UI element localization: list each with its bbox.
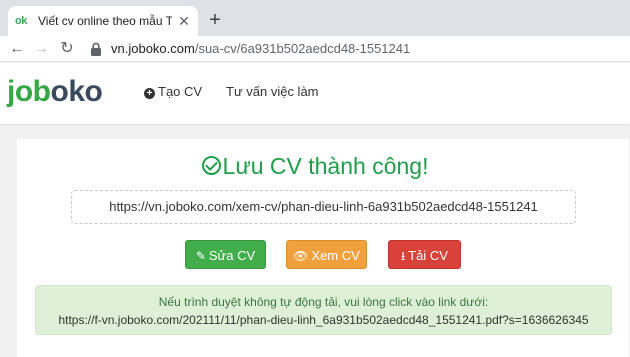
edit-icon: ✎: [195, 249, 206, 263]
notice-message: Nếu trình duyệt không tự động tải, vui l…: [158, 295, 489, 309]
logo-part-oko: oko: [50, 75, 103, 108]
save-success-card: Lưu CV thành công! https://vn.joboko.com…: [17, 139, 629, 357]
lock-icon[interactable]: [90, 42, 102, 56]
plus-circle-icon: +: [144, 88, 155, 99]
logo-part-job: job: [7, 75, 51, 108]
page-title-text: Lưu CV thành công!: [222, 153, 429, 179]
address-bar[interactable]: vn.joboko.com/sua-cv/6a931b502aedcd48-15…: [111, 41, 410, 56]
check-circle-icon: [201, 156, 221, 175]
forward-arrow-icon[interactable]: →: [30, 38, 52, 60]
eye-icon: 👁: [293, 249, 309, 263]
download-cv-label: Tải CV: [408, 248, 448, 263]
browser-toolbar: ← → ↻ vn.joboko.com/sua-cv/6a931b502aedc…: [0, 36, 630, 62]
tab-title: Viết cv online theo mẫu Trẻ trung: [38, 14, 172, 28]
download-icon: ⭳: [401, 249, 406, 263]
menu-career-advice[interactable]: Tư vấn việc làm: [226, 84, 319, 99]
menu-create-cv[interactable]: + Tạo CV: [144, 84, 202, 99]
site-favicon-icon: ok: [15, 15, 27, 27]
edit-cv-label: Sửa CV: [208, 248, 256, 263]
download-cv-button[interactable]: ⭳ Tải CV: [388, 240, 461, 269]
menu-create-cv-label: Tạo CV: [158, 84, 203, 99]
back-arrow-icon[interactable]: ←: [6, 38, 28, 60]
site-header: joboko + Tạo CV Tư vấn việc làm: [0, 63, 630, 124]
view-cv-button[interactable]: 👁 Xem CV: [286, 240, 367, 269]
joboko-logo[interactable]: joboko: [7, 75, 103, 109]
url-path: /sua-cv/6a931b502aedcd48-1551241: [194, 41, 411, 56]
download-notice: Nếu trình duyệt không tự động tải, vui l…: [35, 285, 612, 335]
edit-cv-button[interactable]: ✎ Sửa CV: [185, 240, 266, 269]
pdf-download-link[interactable]: https://f-vn.joboko.com/202111/11/phan-d…: [36, 313, 611, 327]
browser-tabstrip: ok Viết cv online theo mẫu Trẻ trung ✕ +: [0, 0, 630, 36]
new-tab-plus-icon[interactable]: +: [204, 9, 226, 31]
reload-icon[interactable]: ↻: [56, 38, 78, 60]
browser-tab[interactable]: ok Viết cv online theo mẫu Trẻ trung ✕: [8, 6, 198, 36]
close-icon[interactable]: ✕: [176, 13, 192, 29]
url-host: vn.joboko.com: [111, 41, 195, 56]
view-cv-label: Xem CV: [311, 248, 360, 263]
cv-link-box[interactable]: https://vn.joboko.com/xem-cv/phan-dieu-l…: [71, 190, 576, 224]
page-title: Lưu CV thành công!: [17, 153, 613, 180]
